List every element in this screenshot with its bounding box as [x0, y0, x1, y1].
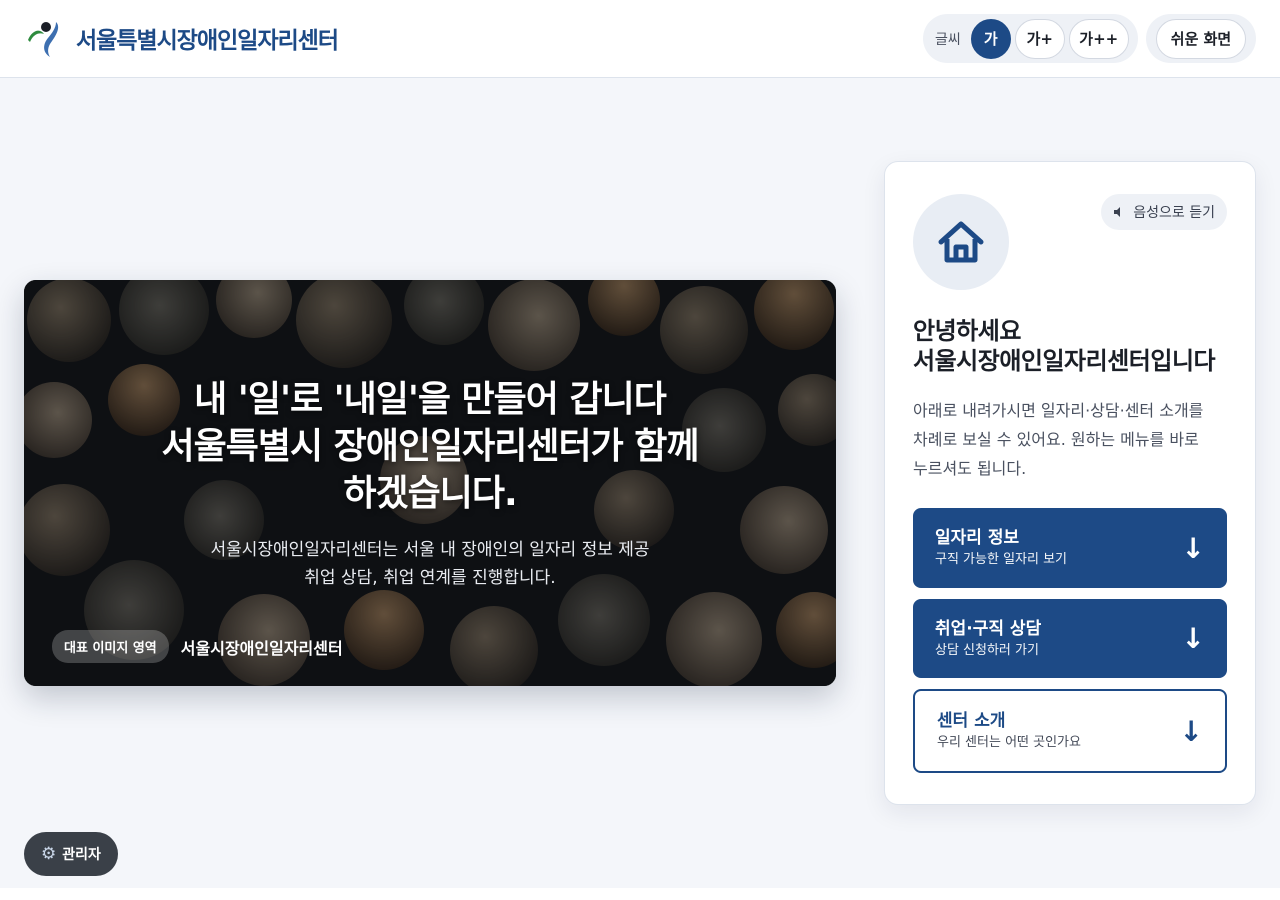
hero-caption: 서울시장애인일자리센터	[180, 638, 343, 658]
consultation-button[interactable]: 취업·구직 상담 상담 신청하러 가기 ↓	[913, 599, 1227, 678]
font-size-label: 글씨	[935, 31, 961, 48]
brand[interactable]: 서울특별시장애인일자리센터	[26, 18, 339, 58]
speaker-icon	[1114, 207, 1121, 217]
hero-title-line: 내 '일'로 '내일'을 만들어 갑니다	[194, 379, 667, 420]
hero-title: 내 '일'로 '내일'을 만들어 갑니다 서울특별시 장애인일자리센터가 함께 …	[24, 376, 836, 517]
admin-label: 관리자	[62, 847, 101, 863]
listen-label: 음성으로 듣기	[1133, 205, 1215, 221]
card-description-line: 아래로 내려가시면 일자리·상담·센터 소개를	[913, 401, 1204, 420]
hero-footer: 대표 이미지 영역 서울시장애인일자리센터	[52, 630, 343, 663]
hero-subtitle: 서울시장애인일자리센터는 서울 내 장애인의 일자리 정보 제공 취업 상담, …	[24, 536, 836, 592]
site-header: 서울특별시장애인일자리센터 글씨 가 가+ 가++ 쉬운 화면	[0, 0, 1280, 78]
site-name: 서울특별시장애인일자리센터	[76, 28, 339, 54]
hero-subtitle-line: 서울시장애인일자리센터는 서울 내 장애인의 일자리 정보 제공	[210, 540, 650, 560]
hero-title-line: 하겠습니다.	[343, 473, 517, 514]
arrow-down-icon: ↓	[1181, 531, 1205, 565]
home-icon-wrap	[913, 194, 1009, 290]
home-icon	[938, 221, 984, 263]
job-info-title: 일자리 정보	[935, 528, 1020, 548]
easy-screen-wrap: 쉬운 화면	[1146, 14, 1256, 63]
card-description-line: 차례로 보실 수 있어요. 원하는 메뉴를 바로	[913, 430, 1199, 449]
font-size-xlarge-button[interactable]: 가++	[1068, 18, 1129, 59]
listen-audio-button[interactable]: 음성으로 듣기	[1101, 194, 1227, 230]
job-info-subtitle: 구직 가능한 일자리 보기	[935, 552, 1067, 567]
card-description: 아래로 내려가시면 일자리·상담·센터 소개를 차례로 보실 수 있어요. 원하…	[913, 396, 1233, 483]
admin-button[interactable]: ⚙ 관리자	[24, 832, 118, 876]
job-info-button[interactable]: 일자리 정보 구직 가능한 일자리 보기 ↓	[913, 508, 1227, 588]
card-title: 안녕하세요 서울시장애인일자리센터입니다	[913, 316, 1216, 376]
font-size-large-button[interactable]: 가+	[1014, 18, 1065, 59]
font-size-group: 글씨 가 가+ 가++	[923, 14, 1138, 63]
consultation-title: 취업·구직 상담	[935, 618, 1042, 639]
arrow-down-icon: ↓	[1179, 714, 1203, 748]
card-title-line: 서울시장애인일자리센터입니다	[913, 347, 1216, 375]
hero-subtitle-line: 취업 상담, 취업 연계를 진행합니다.	[304, 568, 556, 588]
hero-title-line: 서울특별시 장애인일자리센터가 함께	[161, 426, 700, 467]
welcome-card: 음성으로 듣기 안녕하세요 서울시장애인일자리센터입니다 아래로 내려가시면 일…	[884, 161, 1256, 805]
center-intro-title: 센터 소개	[937, 711, 1006, 731]
arrow-down-icon: ↓	[1181, 622, 1205, 655]
hero-banner: 내 '일'로 '내일'을 만들어 갑니다 서울특별시 장애인일자리센터가 함께 …	[24, 280, 836, 686]
hero-badge: 대표 이미지 영역	[52, 630, 169, 663]
logo-icon	[28, 22, 59, 57]
center-intro-button[interactable]: 센터 소개 우리 센터는 어떤 곳인가요 ↓	[913, 689, 1227, 773]
font-size-default-button[interactable]: 가	[970, 18, 1011, 59]
easy-screen-button[interactable]: 쉬운 화면	[1156, 18, 1246, 59]
card-title-line: 안녕하세요	[913, 317, 1021, 345]
consultation-subtitle: 상담 신청하러 가기	[935, 642, 1039, 658]
gear-icon: ⚙	[41, 844, 57, 864]
center-intro-subtitle: 우리 센터는 어떤 곳인가요	[937, 735, 1081, 750]
card-description-line: 누르셔도 됩니다.	[913, 459, 1027, 478]
